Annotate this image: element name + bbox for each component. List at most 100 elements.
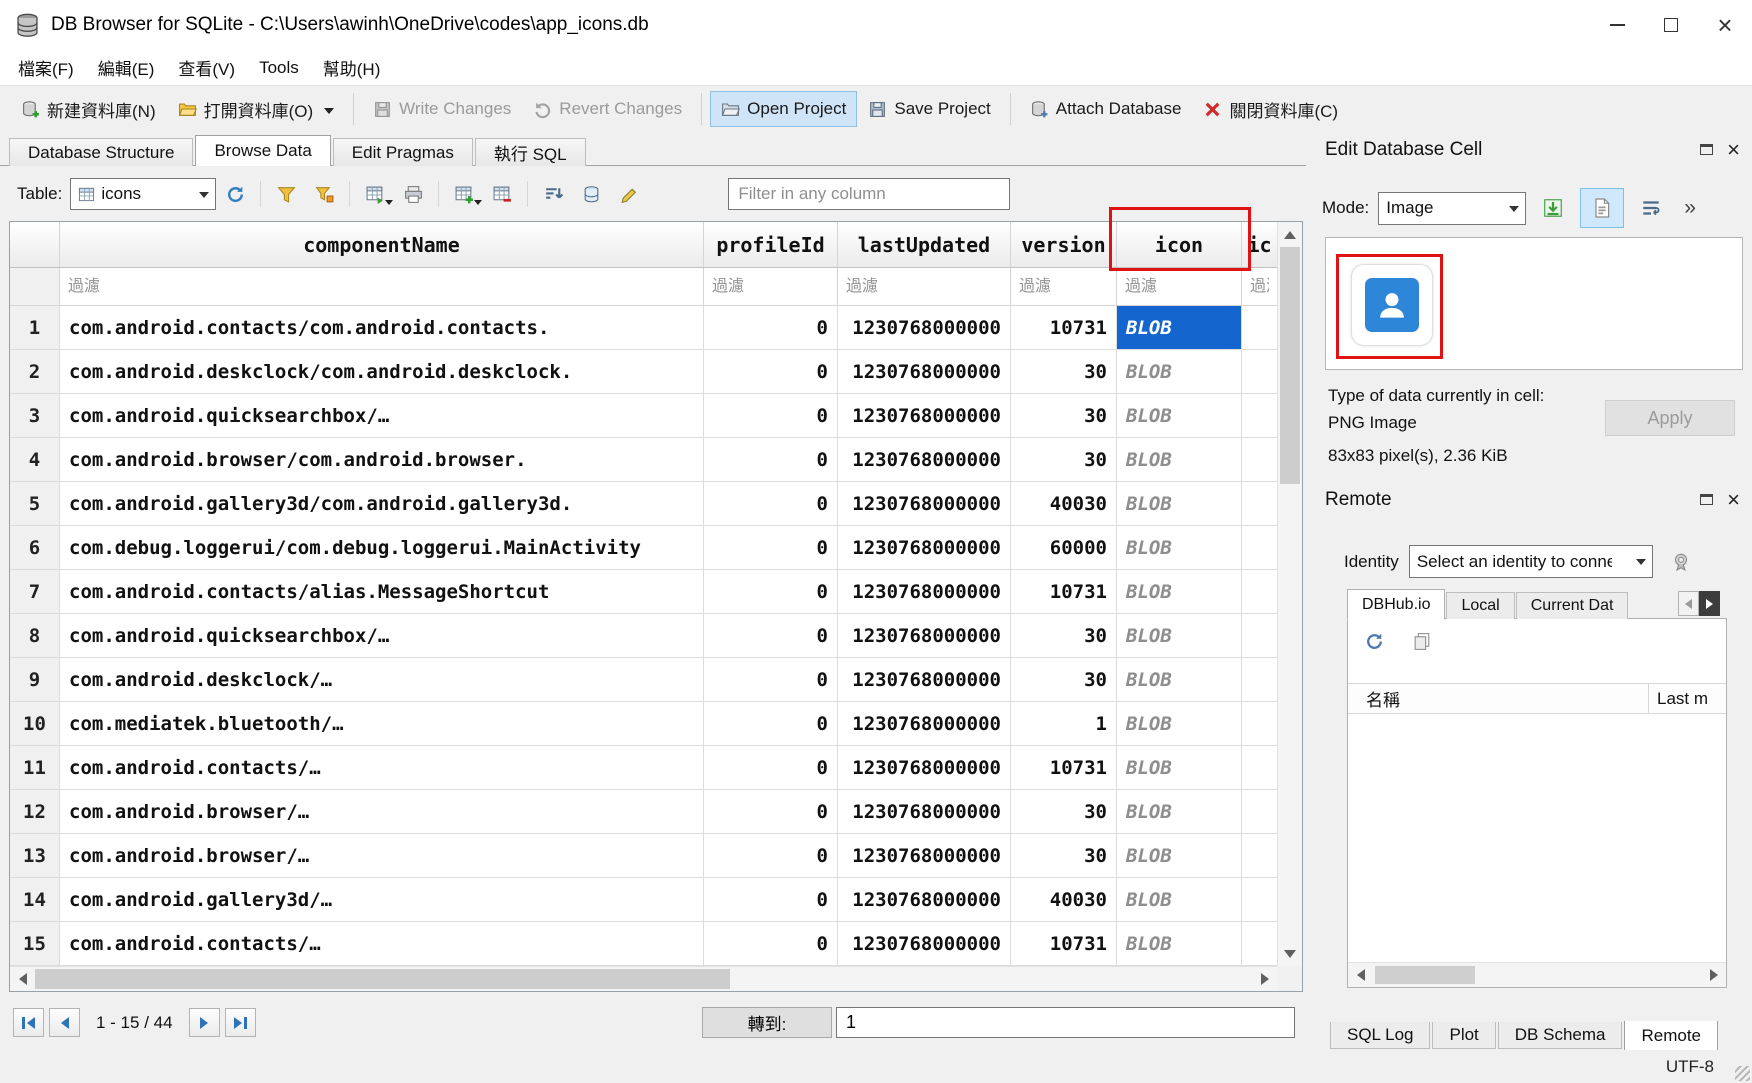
insert-record-button[interactable] <box>445 178 483 210</box>
filter-partial-input[interactable] <box>1242 268 1277 305</box>
table-row[interactable]: 5 com.android.gallery3d/com.android.gall… <box>10 482 1277 526</box>
tab-sql-log[interactable]: SQL Log <box>1330 1022 1430 1049</box>
cell-version[interactable]: 30 <box>1011 350 1117 393</box>
save-project-button[interactable]: Save Project <box>857 91 1001 127</box>
export-table-button[interactable] <box>356 178 394 210</box>
cell-componentName[interactable]: com.android.gallery3d/com.android.galler… <box>60 482 704 525</box>
tab-edit-pragmas[interactable]: Edit Pragmas <box>333 138 473 166</box>
scroll-right-button[interactable] <box>1252 967 1277 991</box>
table-row[interactable]: 1 com.android.contacts/com.android.conta… <box>10 306 1277 350</box>
cell-version[interactable]: 60000 <box>1011 526 1117 569</box>
cell-componentName[interactable]: com.android.quicksearchbox/… <box>60 394 704 437</box>
cell-image-preview[interactable] <box>1325 237 1743 370</box>
filter-componentName-input[interactable] <box>60 268 703 305</box>
tab-db-schema[interactable]: DB Schema <box>1498 1022 1623 1049</box>
goto-button[interactable]: 轉到: <box>702 1007 832 1038</box>
column-header-profileId[interactable]: profileId <box>704 222 838 267</box>
scroll-down-button[interactable] <box>1278 941 1302 966</box>
close-button[interactable]: × <box>1698 0 1752 50</box>
print-button[interactable] <box>394 178 432 210</box>
cell-icon-blob[interactable]: BLOB <box>1117 438 1242 481</box>
cell-componentName[interactable]: com.mediatek.bluetooth/… <box>60 702 704 745</box>
goto-row-input[interactable] <box>836 1007 1295 1038</box>
row-number[interactable]: 15 <box>10 922 60 965</box>
cell-componentName[interactable]: com.android.gallery3d/… <box>60 878 704 921</box>
cell-icon-blob[interactable]: BLOB <box>1117 878 1242 921</box>
menu-tools[interactable]: Tools <box>247 50 311 85</box>
cell-lastUpdated[interactable]: 1230768000000 <box>838 570 1011 613</box>
cell-icon-blob[interactable]: BLOB <box>1117 482 1242 525</box>
filter-profileId-input[interactable] <box>704 268 837 305</box>
cell-profileId[interactable]: 0 <box>704 350 838 393</box>
cell-componentName[interactable]: com.android.contacts/com.android.contact… <box>60 306 704 349</box>
tab-dbhub[interactable]: DBHub.io <box>1347 589 1445 620</box>
filter-any-column-input[interactable] <box>728 178 1010 210</box>
table-row[interactable]: 12 com.android.browser/… 0 1230768000000… <box>10 790 1277 834</box>
cell-partial[interactable] <box>1242 922 1277 965</box>
filter-options-button[interactable] <box>305 178 343 210</box>
cell-lastUpdated[interactable]: 1230768000000 <box>838 878 1011 921</box>
column-header-componentName[interactable]: componentName <box>60 222 704 267</box>
menu-file[interactable]: 檔案(F) <box>6 50 86 85</box>
row-number[interactable]: 4 <box>10 438 60 481</box>
encoding-indicator[interactable]: UTF-8 <box>1666 1057 1714 1077</box>
tab-scroll-right-button[interactable] <box>1699 591 1720 616</box>
cell-lastUpdated[interactable]: 1230768000000 <box>838 702 1011 745</box>
cell-partial[interactable] <box>1242 746 1277 789</box>
table-row[interactable]: 15 com.android.contacts/… 0 123076800000… <box>10 922 1277 966</box>
next-page-button[interactable] <box>189 1008 220 1037</box>
cell-version[interactable]: 10731 <box>1011 746 1117 789</box>
scroll-left-button[interactable] <box>10 967 35 991</box>
cell-profileId[interactable]: 0 <box>704 922 838 965</box>
row-number[interactable]: 2 <box>10 350 60 393</box>
cell-icon-blob[interactable]: BLOB <box>1117 614 1242 657</box>
column-header-lastUpdated[interactable]: lastUpdated <box>838 222 1011 267</box>
sort-button[interactable] <box>534 178 572 210</box>
cell-version[interactable]: 30 <box>1011 394 1117 437</box>
cell-icon-blob[interactable]: BLOB <box>1117 746 1242 789</box>
cell-icon-blob[interactable]: BLOB <box>1117 834 1242 877</box>
cell-lastUpdated[interactable]: 1230768000000 <box>838 746 1011 789</box>
table-row[interactable]: 3 com.android.quicksearchbox/… 0 1230768… <box>10 394 1277 438</box>
cell-icon-blob[interactable]: BLOB <box>1117 790 1242 833</box>
tab-database-structure[interactable]: Database Structure <box>9 138 193 166</box>
cell-partial[interactable] <box>1242 350 1277 393</box>
tab-local[interactable]: Local <box>1446 592 1514 619</box>
row-number[interactable]: 14 <box>10 878 60 921</box>
table-row[interactable]: 6 com.debug.loggerui/com.debug.loggerui.… <box>10 526 1277 570</box>
cell-lastUpdated[interactable]: 1230768000000 <box>838 526 1011 569</box>
cell-partial[interactable] <box>1242 438 1277 481</box>
cell-icon-blob[interactable]: BLOB <box>1117 702 1242 745</box>
cell-icon-blob[interactable]: BLOB <box>1117 306 1242 349</box>
menu-view[interactable]: 查看(V) <box>166 50 247 85</box>
table-row[interactable]: 2 com.android.deskclock/com.android.desk… <box>10 350 1277 394</box>
cell-partial[interactable] <box>1242 570 1277 613</box>
cell-icon-blob[interactable]: BLOB <box>1117 570 1242 613</box>
minimize-button[interactable] <box>1590 0 1644 50</box>
cell-partial[interactable] <box>1242 614 1277 657</box>
remote-horizontal-scrollbar[interactable] <box>1348 962 1726 987</box>
cell-componentName[interactable]: com.android.deskclock/… <box>60 658 704 701</box>
cell-icon-blob[interactable]: BLOB <box>1117 922 1242 965</box>
cell-profileId[interactable]: 0 <box>704 746 838 789</box>
cell-profileId[interactable]: 0 <box>704 878 838 921</box>
import-button[interactable] <box>1535 192 1571 225</box>
cell-componentName[interactable]: com.debug.loggerui/com.debug.loggerui.Ma… <box>60 526 704 569</box>
cell-componentName[interactable]: com.android.contacts/… <box>60 922 704 965</box>
revert-changes-button[interactable]: Revert Changes <box>522 91 693 127</box>
menu-edit[interactable]: 編輯(E) <box>86 50 167 85</box>
cell-lastUpdated[interactable]: 1230768000000 <box>838 614 1011 657</box>
horizontal-scroll-thumb[interactable] <box>35 969 730 989</box>
scroll-right-button[interactable] <box>1701 963 1726 987</box>
apply-button[interactable]: Apply <box>1605 400 1735 436</box>
tab-plot[interactable]: Plot <box>1432 1022 1495 1049</box>
tab-current-database[interactable]: Current Dat <box>1516 592 1629 619</box>
cell-profileId[interactable]: 0 <box>704 570 838 613</box>
tab-remote[interactable]: Remote <box>1624 1021 1718 1052</box>
cell-lastUpdated[interactable]: 1230768000000 <box>838 790 1011 833</box>
menu-help[interactable]: 幫助(H) <box>311 50 393 85</box>
column-header-icon[interactable]: icon <box>1117 222 1242 267</box>
cell-componentName[interactable]: com.android.deskclock/com.android.deskcl… <box>60 350 704 393</box>
cell-partial[interactable] <box>1242 394 1277 437</box>
first-page-button[interactable] <box>13 1008 44 1037</box>
